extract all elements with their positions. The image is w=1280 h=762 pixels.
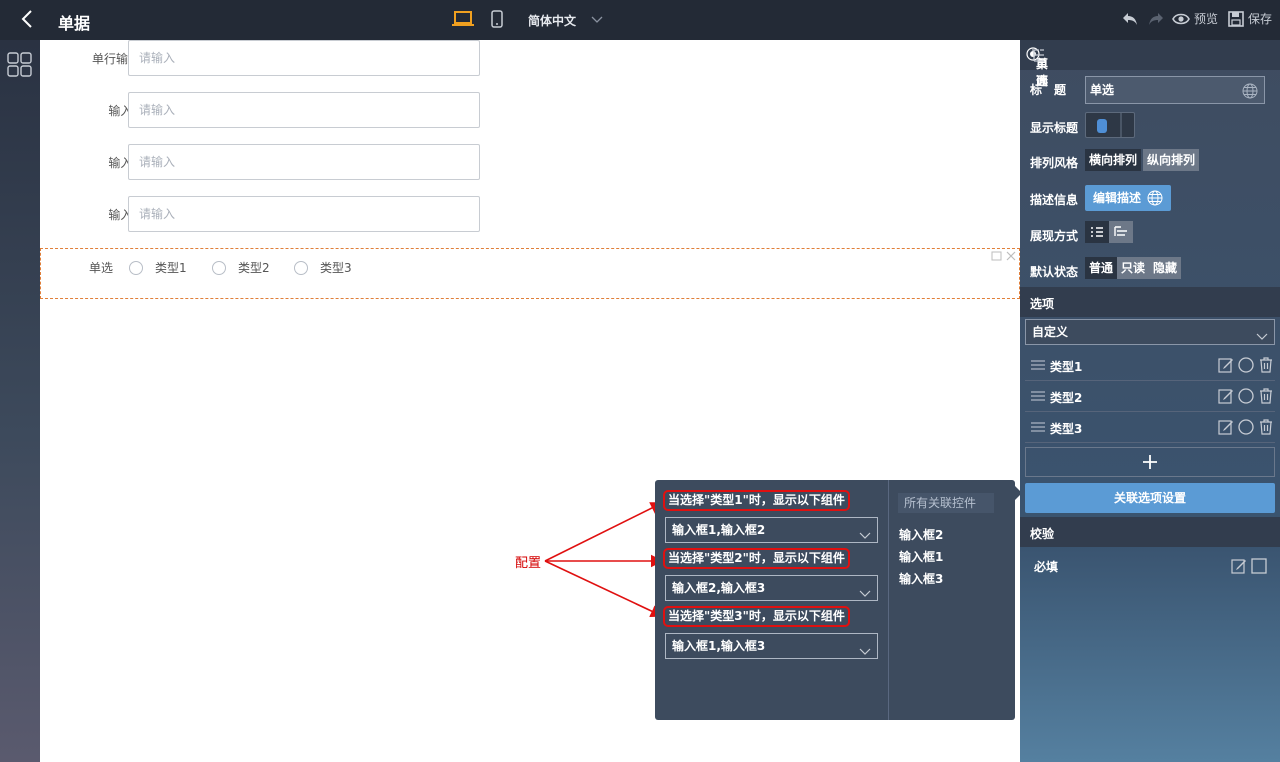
option-name: 类型3 <box>1050 422 1083 436</box>
option-row: 类型2 <box>1025 381 1275 412</box>
validate-section-title: 校验 <box>1030 527 1055 541</box>
link-options-button[interactable]: 关联选项设置 <box>1025 483 1275 513</box>
state-normal[interactable]: 普通 <box>1085 257 1118 279</box>
options-section-title: 选项 <box>1030 297 1055 311</box>
globe-icon <box>1147 190 1163 206</box>
title-value: 单选 <box>1090 83 1115 97</box>
property-panel: 页面 > 单选 标 题 单选 显示标题 排列风格 横向排列 纵向排列 描述信息 … <box>1020 40 1280 762</box>
default-state-segmented: 普通 只读 隐藏 <box>1085 257 1182 279</box>
layout-segmented: 横向排列 纵向排列 <box>1085 149 1200 171</box>
display-mode-label: 展现方式 <box>1030 229 1079 243</box>
rule-select-value: 输入框2,输入框3 <box>672 581 766 595</box>
panel-header: 页面 > 单选 <box>1020 40 1280 88</box>
linked-control-item[interactable]: 输入框2 <box>899 526 943 543</box>
toggle-separator <box>1120 113 1122 137</box>
required-row: 必填 <box>1034 558 1274 578</box>
rule-condition-1: 当选择"类型1"时，显示以下组件 <box>663 490 850 511</box>
options-source-value: 自定义 <box>1032 325 1069 339</box>
state-hidden[interactable]: 隐藏 <box>1149 257 1182 279</box>
options-section-header: 选项 <box>1020 287 1280 317</box>
layout-horizontal[interactable]: 横向排列 <box>1085 149 1142 171</box>
linked-control-item[interactable]: 输入框1 <box>899 548 943 565</box>
layout-vertical[interactable]: 纵向排列 <box>1143 149 1200 171</box>
drag-handle-icon[interactable] <box>1031 421 1045 436</box>
required-checkbox[interactable] <box>1250 557 1268 575</box>
compact-view-icon[interactable] <box>1109 221 1133 243</box>
edit-icon[interactable] <box>1230 557 1248 575</box>
default-circle-icon[interactable] <box>1237 418 1255 436</box>
list-view-icon[interactable] <box>1085 221 1109 243</box>
all-linked-controls-header: 所有关联控件 <box>898 493 994 513</box>
drag-handle-icon[interactable] <box>1031 390 1045 405</box>
annotation-label: 配置 <box>515 556 542 571</box>
globe-icon[interactable] <box>1242 82 1258 108</box>
trash-icon[interactable] <box>1257 356 1275 374</box>
state-readonly[interactable]: 只读 <box>1117 257 1150 279</box>
linked-control-item[interactable]: 输入框3 <box>899 570 943 587</box>
option-row: 类型1 <box>1025 350 1275 381</box>
option-name: 类型2 <box>1050 391 1083 405</box>
options-source-select[interactable]: 自定义 <box>1025 319 1275 345</box>
title-label: 标 题 <box>1030 83 1067 97</box>
default-state-label: 默认状态 <box>1030 265 1079 279</box>
display-mode-segmented <box>1085 221 1133 243</box>
title-input[interactable]: 单选 <box>1085 76 1265 104</box>
show-title-label: 显示标题 <box>1030 121 1079 135</box>
show-title-toggle[interactable] <box>1085 112 1135 138</box>
description-label: 描述信息 <box>1030 193 1079 207</box>
linkage-popup: 当选择"类型1"时，显示以下组件 输入框1,输入框2 当选择"类型2"时，显示以… <box>655 480 1022 720</box>
rule-select-value: 输入框1,输入框2 <box>672 523 766 537</box>
edit-description-label: 编辑描述 <box>1093 191 1142 205</box>
rule-condition-2: 当选择"类型2"时，显示以下组件 <box>663 548 850 569</box>
toggle-knob <box>1097 119 1107 133</box>
edit-icon[interactable] <box>1217 418 1235 436</box>
trash-icon[interactable] <box>1257 387 1275 405</box>
rule-condition-3: 当选择"类型3"时，显示以下组件 <box>663 606 850 627</box>
default-circle-icon[interactable] <box>1237 356 1255 374</box>
plus-icon <box>1143 455 1157 469</box>
rule-select-2[interactable]: 输入框2,输入框3 <box>665 575 878 601</box>
chevron-down-icon <box>859 525 871 549</box>
chevron-down-icon <box>1256 326 1268 350</box>
edit-icon[interactable] <box>1217 387 1235 405</box>
popup-divider <box>888 480 889 720</box>
trash-icon[interactable] <box>1257 418 1275 436</box>
option-name: 类型1 <box>1050 360 1083 374</box>
validate-section-header: 校验 <box>1020 517 1280 547</box>
rule-select-1[interactable]: 输入框1,输入框2 <box>665 517 878 543</box>
edit-description-button[interactable]: 编辑描述 <box>1085 185 1172 211</box>
layout-label: 排列风格 <box>1030 156 1079 170</box>
rule-select-3[interactable]: 输入框1,输入框3 <box>665 633 878 659</box>
rule-select-value: 输入框1,输入框3 <box>672 639 766 653</box>
chevron-down-icon <box>859 641 871 665</box>
tree-icon[interactable] <box>1030 48 1274 67</box>
chevron-down-icon <box>859 583 871 607</box>
drag-handle-icon[interactable] <box>1031 359 1045 374</box>
option-row: 类型3 <box>1025 412 1275 443</box>
edit-icon[interactable] <box>1217 356 1235 374</box>
required-label: 必填 <box>1034 560 1059 574</box>
default-circle-icon[interactable] <box>1237 387 1255 405</box>
add-option-button[interactable] <box>1025 447 1275 477</box>
